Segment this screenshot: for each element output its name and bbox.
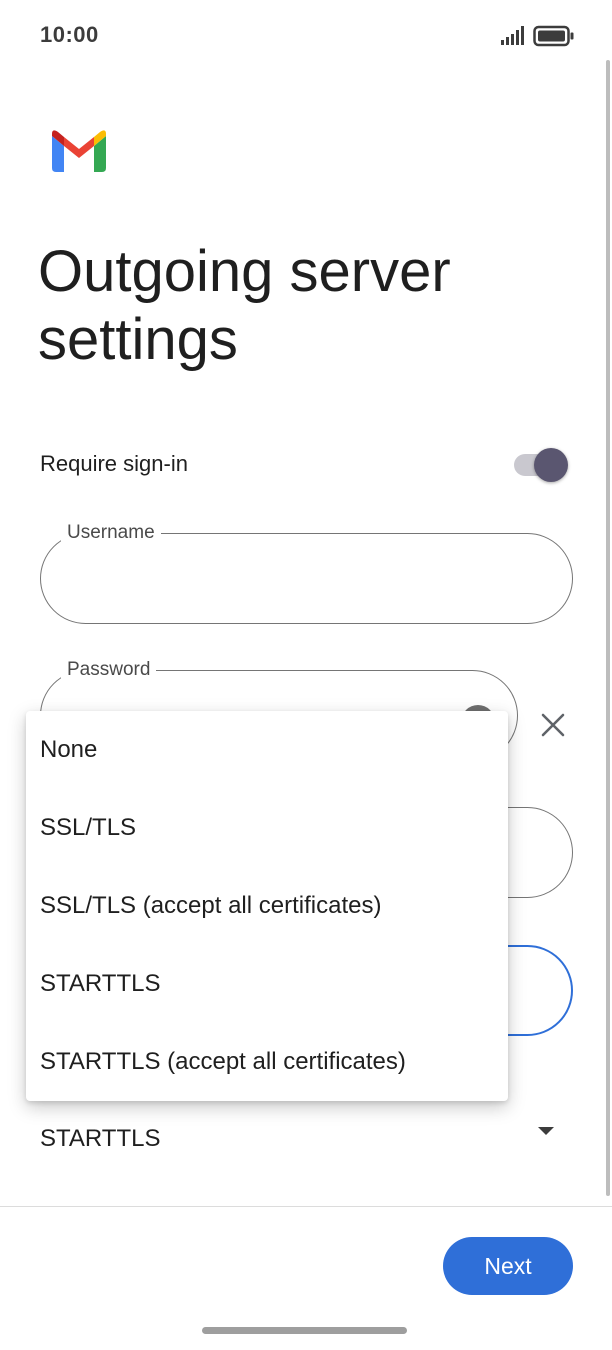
password-label: Password (61, 658, 157, 682)
menu-item-ssl-tls-accept-all[interactable]: SSL/TLS (accept all certificates) (26, 867, 508, 945)
gmail-logo (52, 130, 106, 172)
page-title: Outgoing server settings (38, 239, 451, 372)
dropdown-arrow-icon[interactable] (537, 1125, 555, 1137)
menu-item-starttls-accept-all[interactable]: STARTTLS (accept all certificates) (26, 1023, 508, 1101)
username-label: Username (61, 521, 161, 545)
home-indicator[interactable] (202, 1327, 407, 1334)
next-button[interactable]: Next (443, 1237, 573, 1295)
menu-item-ssl-tls[interactable]: SSL/TLS (26, 789, 508, 867)
security-type-select[interactable]: STARTTLS (40, 1125, 160, 1153)
security-options-menu: None SSL/TLS SSL/TLS (accept all certifi… (26, 711, 508, 1101)
scrollbar[interactable] (606, 60, 610, 1196)
require-signin-toggle[interactable] (512, 448, 570, 482)
close-icon[interactable] (539, 711, 567, 739)
battery-icon (533, 25, 574, 47)
username-field[interactable]: Username (40, 521, 573, 624)
status-time: 10:00 (40, 22, 99, 47)
bottom-divider (0, 1206, 612, 1207)
menu-item-none[interactable]: None (26, 711, 508, 789)
content-clip (0, 1152, 600, 1206)
screen: 10:00 Outgoing server settings Require s… (0, 0, 612, 1350)
toggle-thumb (534, 448, 568, 482)
menu-item-starttls[interactable]: STARTTLS (26, 945, 508, 1023)
require-signin-label: Require sign-in (40, 451, 188, 476)
signal-icon (501, 26, 524, 45)
